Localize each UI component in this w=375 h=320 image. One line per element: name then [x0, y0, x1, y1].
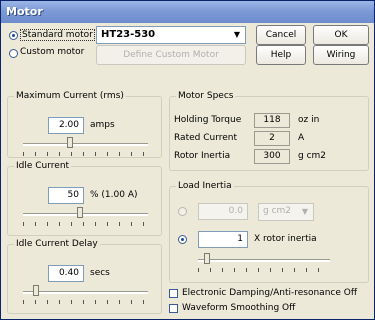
load-inertia-title: Load Inertia [176, 181, 234, 191]
slider-track [23, 291, 148, 294]
inertia-unit-select[interactable]: g cm2 ▼ [258, 203, 314, 221]
slider-thumb[interactable] [204, 253, 210, 264]
motor-specs-group: Motor Specs Holding Torque 118 oz in Rat… [169, 91, 369, 171]
holding-torque-value: 118 [254, 113, 290, 128]
damping-label: Electronic Damping/Anti-resonance Off [182, 288, 358, 298]
help-button[interactable]: Help [256, 45, 306, 65]
load-inertia-group: Load Inertia 0.0 g cm2 ▼ 1 X rotor inert… [169, 181, 369, 283]
idle-delay-slider[interactable] [23, 285, 148, 307]
smoothing-label: Waveform Smoothing Off [182, 303, 296, 313]
slider-thumb[interactable] [33, 285, 39, 296]
ratio-inertia-input[interactable]: 1 [198, 231, 248, 248]
chevron-down-icon: ▼ [298, 205, 312, 219]
slider-track [23, 213, 148, 216]
inertia-unit-value: g cm2 [263, 206, 292, 216]
max-current-title: Maximum Current (rms) [14, 91, 126, 101]
ok-button[interactable]: OK [313, 25, 369, 45]
standard-motor-label: Standard motor [20, 29, 95, 41]
rotor-inertia-value: 300 [254, 149, 290, 164]
idle-current-unit: % (1.00 A) [90, 190, 138, 200]
slider-ticks [23, 222, 148, 226]
holding-torque-unit: oz in [298, 115, 320, 125]
idle-current-slider[interactable] [23, 207, 148, 229]
chevron-down-icon: ▼ [230, 28, 244, 42]
rated-current-label: Rated Current [174, 133, 238, 143]
rated-current-value: 2 [254, 131, 290, 146]
max-current-slider[interactable] [23, 137, 148, 159]
motor-model-select[interactable]: HT23-530 ▼ [96, 26, 246, 44]
custom-motor-radio[interactable] [9, 49, 18, 58]
max-current-unit: amps [90, 120, 115, 130]
max-current-group: Maximum Current (rms) 2.00 amps [7, 91, 162, 159]
idle-current-group: Idle Current 50 % (1.00 A) [7, 161, 162, 236]
max-current-input[interactable]: 2.00 [48, 117, 84, 134]
slider-thumb[interactable] [77, 207, 83, 218]
holding-torque-label: Holding Torque [174, 115, 242, 125]
motor-dialog: Motor Standard motor Custom motor HT23-5… [0, 0, 375, 320]
standard-motor-radio[interactable] [9, 31, 18, 40]
rotor-inertia-unit: g cm2 [298, 151, 327, 161]
ratio-inertia-label: X rotor inertia [254, 234, 317, 244]
window-title: Motor [6, 5, 43, 18]
slider-track [198, 259, 330, 262]
slider-track [23, 143, 148, 146]
motor-specs-title: Motor Specs [176, 91, 236, 101]
slider-ticks [198, 268, 330, 272]
custom-motor-label: Custom motor [20, 47, 85, 57]
title-bar: Motor [1, 1, 374, 23]
rotor-inertia-label: Rotor Inertia [174, 151, 231, 161]
cancel-button[interactable]: Cancel [256, 25, 306, 45]
idle-delay-group: Idle Current Delay 0.40 secs [7, 239, 162, 314]
idle-current-title: Idle Current [14, 161, 72, 171]
idle-delay-title: Idle Current Delay [14, 239, 100, 249]
idle-current-input[interactable]: 50 [48, 187, 84, 204]
idle-delay-input[interactable]: 0.40 [48, 265, 84, 282]
load-inertia-slider[interactable] [198, 253, 330, 275]
motor-model-value: HT23-530 [101, 29, 156, 40]
slider-ticks [23, 152, 148, 156]
absolute-inertia-radio[interactable] [178, 207, 187, 216]
define-custom-motor-button[interactable]: Define Custom Motor [96, 45, 246, 65]
smoothing-checkbox[interactable] [169, 304, 178, 313]
wiring-button[interactable]: Wiring [313, 45, 369, 65]
absolute-inertia-input[interactable]: 0.0 [198, 203, 248, 220]
rated-current-unit: A [298, 133, 305, 143]
idle-delay-unit: secs [90, 268, 110, 278]
slider-thumb[interactable] [67, 137, 73, 148]
slider-ticks [23, 300, 148, 304]
damping-checkbox[interactable] [169, 289, 178, 298]
ratio-inertia-radio[interactable] [178, 235, 187, 244]
